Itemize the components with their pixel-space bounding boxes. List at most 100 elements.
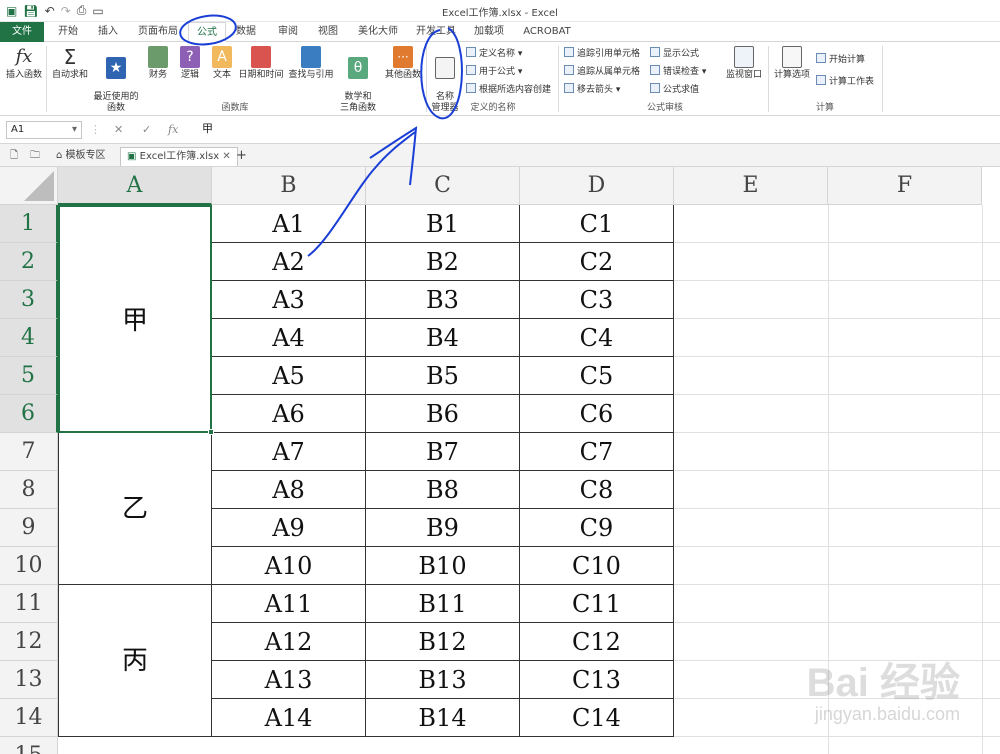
- cell-b8[interactable]: A8: [212, 471, 366, 509]
- row-header-14[interactable]: 14: [0, 699, 58, 737]
- row-header-7[interactable]: 7: [0, 433, 58, 471]
- column-header-c[interactable]: C: [366, 167, 520, 205]
- cell-b3[interactable]: A3: [212, 281, 366, 319]
- cell-d12[interactable]: C12: [520, 623, 674, 661]
- row-header-3[interactable]: 3: [0, 281, 58, 319]
- tab-data[interactable]: 数据: [230, 22, 262, 42]
- row-header-11[interactable]: 11: [0, 585, 58, 623]
- cell-b10[interactable]: A10: [212, 547, 366, 585]
- row-header-15[interactable]: 15: [0, 737, 58, 754]
- row-header-9[interactable]: 9: [0, 509, 58, 547]
- row-header-13[interactable]: 13: [0, 661, 58, 699]
- select-all-corner[interactable]: [0, 167, 58, 205]
- cell-d10[interactable]: C10: [520, 547, 674, 585]
- text-button[interactable]: A 文本: [208, 46, 236, 81]
- cell-c11[interactable]: B11: [366, 585, 520, 623]
- tab-workbook[interactable]: ▣ Excel工作簿.xlsx ✕: [120, 147, 238, 166]
- define-name-button[interactable]: 定义名称 ▾: [466, 46, 522, 59]
- cell-d9[interactable]: C9: [520, 509, 674, 547]
- cell-d6[interactable]: C6: [520, 395, 674, 433]
- check-icon[interactable]: ✓: [142, 123, 151, 136]
- formula-input[interactable]: 甲: [196, 121, 992, 139]
- financial-button[interactable]: 财务: [144, 46, 172, 81]
- cell-d2[interactable]: C2: [520, 243, 674, 281]
- insert-function-icon[interactable]: fx: [168, 123, 178, 136]
- autosum-button[interactable]: Σ 自动求和: [50, 46, 90, 81]
- calc-now-button[interactable]: 开始计算: [816, 52, 865, 65]
- insert-function-button[interactable]: fx 插入函数: [4, 46, 44, 81]
- cell-d3[interactable]: C3: [520, 281, 674, 319]
- row-header-4[interactable]: 4: [0, 319, 58, 357]
- cell-c12[interactable]: B12: [366, 623, 520, 661]
- calc-options-button[interactable]: 计算选项: [772, 46, 812, 81]
- tab-acrobat[interactable]: ACROBAT: [520, 22, 574, 42]
- lookup-button[interactable]: 查找与引用: [286, 46, 336, 81]
- cell-c13[interactable]: B13: [366, 661, 520, 699]
- fill-handle[interactable]: [208, 429, 214, 435]
- cell-b7[interactable]: A7: [212, 433, 366, 471]
- other-functions-button[interactable]: ··· 其他函数: [382, 46, 424, 81]
- row-header-12[interactable]: 12: [0, 623, 58, 661]
- cell-c8[interactable]: B8: [366, 471, 520, 509]
- cell-b11[interactable]: A11: [212, 585, 366, 623]
- cell-d14[interactable]: C14: [520, 699, 674, 737]
- tab-page-layout[interactable]: 页面布局: [132, 22, 184, 42]
- chevron-down-icon[interactable]: ▾: [72, 122, 77, 138]
- row-header-1[interactable]: 1: [0, 205, 58, 243]
- tab-template[interactable]: ⌂ 模板专区: [50, 147, 112, 166]
- cell-b1[interactable]: A1: [212, 205, 366, 243]
- merged-cell-a11[interactable]: 丙: [58, 585, 212, 737]
- evaluate-formula-button[interactable]: 公式求值: [650, 82, 699, 95]
- tab-beautify[interactable]: 美化大师: [352, 22, 404, 42]
- cancel-icon[interactable]: ✕: [114, 123, 123, 136]
- row-header-6[interactable]: 6: [0, 395, 58, 433]
- cell-d5[interactable]: C5: [520, 357, 674, 395]
- tab-file[interactable]: 文件: [0, 22, 44, 42]
- cell-d4[interactable]: C4: [520, 319, 674, 357]
- use-in-formula-button[interactable]: 用于公式 ▾: [466, 64, 522, 77]
- show-formulas-button[interactable]: 显示公式: [650, 46, 699, 59]
- error-checking-button[interactable]: 错误检查 ▾: [650, 64, 706, 77]
- column-header-d[interactable]: D: [520, 167, 674, 205]
- row-header-2[interactable]: 2: [0, 243, 58, 281]
- cell-c6[interactable]: B6: [366, 395, 520, 433]
- trace-precedents-button[interactable]: 追踪引用单元格: [564, 46, 640, 59]
- cell-b9[interactable]: A9: [212, 509, 366, 547]
- logical-button[interactable]: ? 逻辑: [176, 46, 204, 81]
- tab-formulas[interactable]: 公式: [188, 22, 226, 42]
- cell-d1[interactable]: C1: [520, 205, 674, 243]
- cell-c1[interactable]: B1: [366, 205, 520, 243]
- tab-home[interactable]: 开始: [52, 22, 84, 42]
- tab-review[interactable]: 审阅: [272, 22, 304, 42]
- merged-cell-a1[interactable]: 甲: [58, 205, 212, 433]
- cell-d7[interactable]: C7: [520, 433, 674, 471]
- tab-addins[interactable]: 加载项: [470, 22, 508, 42]
- cell-c14[interactable]: B14: [366, 699, 520, 737]
- column-header-a[interactable]: A: [58, 167, 212, 205]
- new-file-icon[interactable]: 🗋︎: [4, 147, 24, 166]
- trace-dependents-button[interactable]: 追踪从属单元格: [564, 64, 640, 77]
- row-header-10[interactable]: 10: [0, 547, 58, 585]
- tab-insert[interactable]: 插入: [92, 22, 124, 42]
- cell-d11[interactable]: C11: [520, 585, 674, 623]
- column-header-b[interactable]: B: [212, 167, 366, 205]
- remove-arrows-button[interactable]: 移去箭头 ▾: [564, 82, 620, 95]
- cell-c3[interactable]: B3: [366, 281, 520, 319]
- calc-sheet-button[interactable]: 计算工作表: [816, 74, 874, 87]
- tab-view[interactable]: 视图: [312, 22, 344, 42]
- create-from-selection-button[interactable]: 根据所选内容创建: [466, 82, 551, 95]
- column-header-e[interactable]: E: [674, 167, 828, 205]
- datetime-button[interactable]: 日期和时间: [236, 46, 286, 81]
- cell-c2[interactable]: B2: [366, 243, 520, 281]
- name-box[interactable]: A1 ▾: [6, 121, 82, 139]
- cell-d13[interactable]: C13: [520, 661, 674, 699]
- tab-developer[interactable]: 开发工具: [412, 22, 460, 42]
- cell-c10[interactable]: B10: [366, 547, 520, 585]
- cell-c7[interactable]: B7: [366, 433, 520, 471]
- folder-icon[interactable]: 🗀︎: [24, 147, 46, 166]
- cell-b5[interactable]: A5: [212, 357, 366, 395]
- cell-b14[interactable]: A14: [212, 699, 366, 737]
- row-header-8[interactable]: 8: [0, 471, 58, 509]
- watch-window-button[interactable]: 监视窗口: [722, 46, 766, 81]
- add-tab-button[interactable]: +: [230, 147, 253, 166]
